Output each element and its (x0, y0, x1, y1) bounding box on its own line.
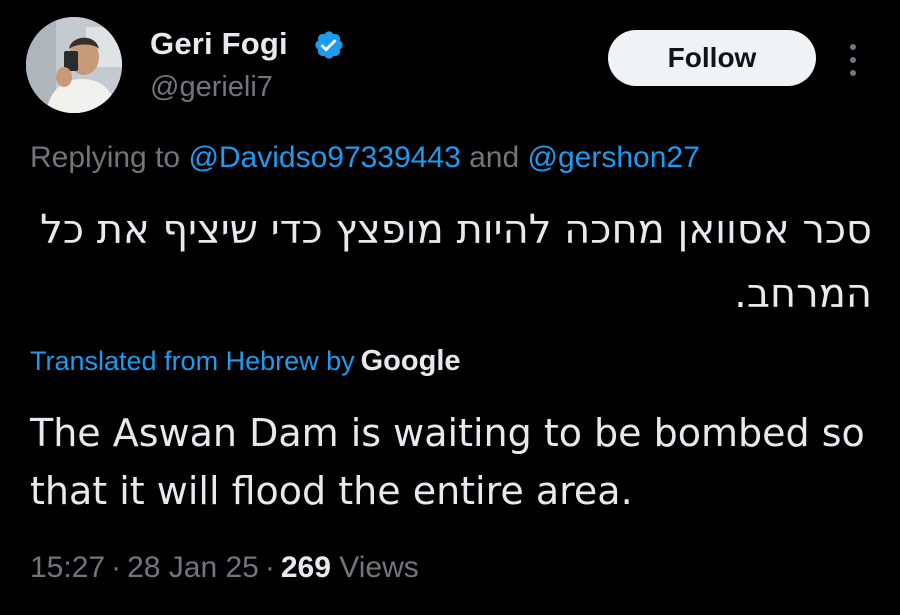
author-handle[interactable]: @gerieli7 (150, 71, 273, 104)
replying-to-line: Replying to @Davidso97339443 and @gersho… (30, 141, 700, 175)
avatar[interactable] (26, 17, 122, 113)
tweet-meta: 15:27 · 28 Jan 25 · 269 Views (30, 551, 419, 585)
mention-link-2[interactable]: @gershon27 (528, 141, 700, 174)
google-logo: Google (360, 345, 461, 377)
meta-separator: · (264, 551, 275, 584)
translation-attribution[interactable]: Translated from Hebrew by Google (30, 345, 461, 378)
views-label: Views (339, 551, 419, 584)
avatar-photo (26, 17, 122, 113)
tweet-translated-text: The Aswan Dam is waiting to be bombed so… (30, 411, 865, 513)
follow-button[interactable]: Follow (608, 30, 816, 86)
tweet-date[interactable]: 28 Jan 25 (127, 551, 259, 584)
tweet-original-text: סכר אסוואן מחכה להיות מופצץ כדי שיציף את… (40, 207, 872, 317)
mention-link-1[interactable]: @Davidso97339443 (188, 141, 460, 174)
replying-to-label: Replying to (30, 141, 181, 174)
verified-badge-icon (315, 31, 343, 59)
meta-separator: · (111, 551, 122, 584)
tweet-time[interactable]: 15:27 (30, 551, 105, 584)
author-display-name[interactable]: Geri Fogi (150, 26, 288, 62)
views-count: 269 (280, 551, 331, 584)
translated-from-label[interactable]: Translated from Hebrew by (30, 346, 355, 376)
replying-connector: and (469, 141, 520, 174)
more-vertical-icon[interactable] (842, 40, 864, 80)
